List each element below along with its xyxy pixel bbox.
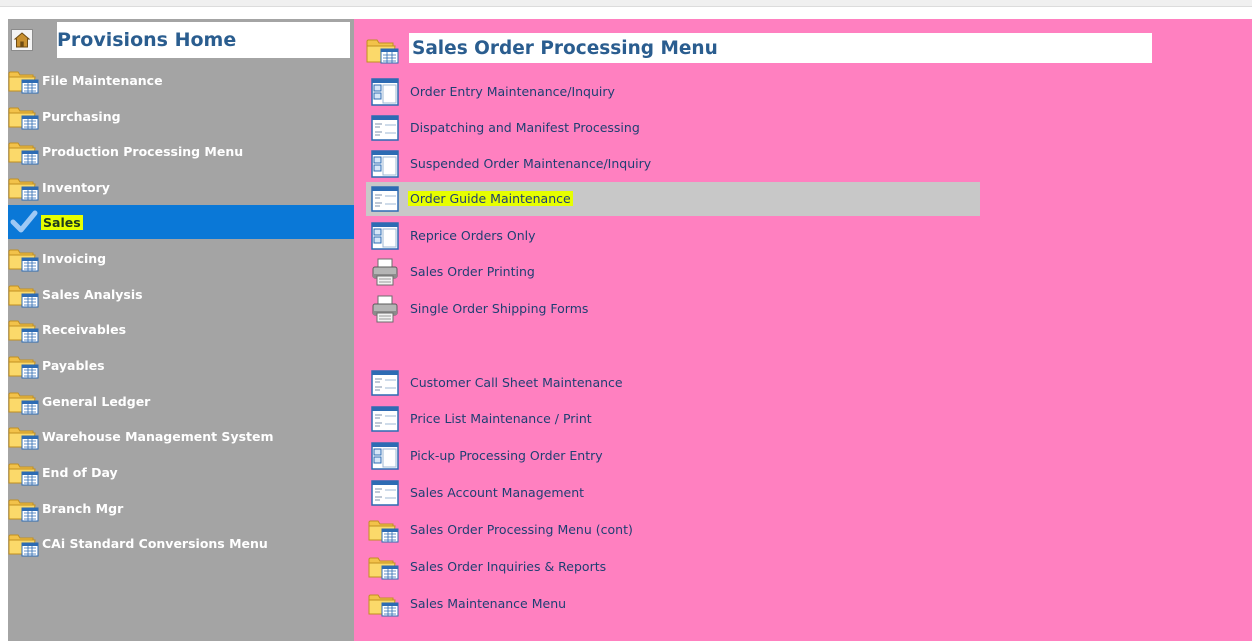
sidebar: Provisions Home File Maintenance Purchas… (8, 19, 354, 641)
sidebar-item-label: Branch Mgr (42, 500, 124, 516)
menu-item-label: Dispatching and Manifest Processing (410, 120, 640, 135)
menu-item-label: Price List Maintenance / Print (410, 411, 592, 426)
menu-item-suspended-order[interactable]: Suspended Order Maintenance/Inquiry (366, 147, 980, 181)
home-header[interactable]: Provisions Home (8, 22, 350, 58)
menu-item-sales-order-processing-cont[interactable]: Sales Order Processing Menu (cont) (366, 513, 980, 547)
menu-item-label: Sales Order Inquiries & Reports (410, 559, 607, 574)
sidebar-item-invoicing[interactable]: Invoicing (8, 241, 354, 275)
list-window-icon (371, 406, 399, 432)
folder-icon (368, 520, 399, 543)
sidebar-item-branch-mgr[interactable]: Branch Mgr (8, 491, 354, 525)
folder-icon (8, 285, 39, 308)
menu-item-label: Order Guide Maintenance (408, 191, 573, 206)
sidebar-item-receivables[interactable]: Receivables (8, 312, 354, 346)
menu-item-label: Sales Maintenance Menu (410, 596, 567, 611)
sidebar-item-label: Sales Analysis (42, 286, 143, 302)
menu-item-sales-account-management[interactable]: Sales Account Management (366, 476, 980, 510)
sidebar-item-file-maintenance[interactable]: File Maintenance (8, 63, 354, 97)
menu-item-label: Single Order Shipping Forms (410, 301, 589, 316)
sidebar-item-cai-standard-conversions-menu[interactable]: CAi Standard Conversions Menu (8, 526, 354, 560)
folder-icon (368, 594, 399, 617)
main-header: Sales Order Processing Menu (366, 33, 1152, 65)
sidebar-item-label: End of Day (42, 464, 118, 480)
menu-item-label: Sales Order Printing (410, 264, 535, 279)
form-window-icon (371, 442, 399, 470)
folder-icon (8, 142, 39, 165)
list-window-icon (371, 370, 399, 396)
printer-icon (372, 295, 398, 323)
sidebar-item-production-processing-menu[interactable]: Production Processing Menu (8, 134, 354, 168)
menu-item-pick-up-processing[interactable]: Pick-up Processing Order Entry (366, 439, 980, 473)
sidebar-item-general-ledger[interactable]: General Ledger (8, 384, 354, 418)
menu-item-label: Customer Call Sheet Maintenance (410, 375, 623, 390)
checkmark-icon (10, 210, 38, 233)
sidebar-item-sales-analysis[interactable]: Sales Analysis (8, 277, 354, 311)
list-window-icon (371, 480, 399, 506)
menu-item-label: Pick-up Processing Order Entry (410, 448, 603, 463)
menu-item-label: Reprice Orders Only (410, 228, 536, 243)
sidebar-item-label: Warehouse Management System (42, 428, 274, 444)
folder-icon (366, 39, 399, 64)
menu-title: Sales Order Processing Menu (409, 33, 1152, 63)
sidebar-item-label: Invoicing (42, 250, 107, 266)
folder-icon (8, 107, 39, 130)
sidebar-item-payables[interactable]: Payables (8, 348, 354, 382)
menu-item-customer-call-sheet[interactable]: Customer Call Sheet Maintenance (366, 366, 980, 400)
menu-item-sales-maintenance-menu[interactable]: Sales Maintenance Menu (366, 587, 980, 621)
menu-item-order-guide-maintenance[interactable]: Order Guide Maintenance (366, 182, 980, 216)
sidebar-item-label: Receivables (42, 321, 127, 337)
menu-item-label: Sales Order Processing Menu (cont) (410, 522, 633, 537)
home-icon (11, 29, 33, 51)
sidebar-item-label: Payables (42, 357, 105, 373)
folder-icon (8, 463, 39, 486)
list-window-icon (371, 186, 399, 212)
form-window-icon (371, 78, 399, 106)
sidebar-item-sales[interactable]: Sales (8, 205, 354, 239)
sidebar-item-label: CAi Standard Conversions Menu (42, 535, 268, 551)
sidebar-item-label: File Maintenance (42, 72, 163, 88)
folder-icon (8, 178, 39, 201)
sidebar-item-label: Purchasing (42, 108, 121, 124)
printer-icon (372, 258, 398, 286)
sidebar-item-label: Sales (41, 214, 83, 230)
folder-icon (8, 249, 39, 272)
sidebar-item-label: Inventory (42, 179, 110, 195)
folder-icon (8, 356, 39, 379)
main-panel: Sales Order Processing Menu Order Entry … (354, 19, 1252, 641)
sidebar-item-inventory[interactable]: Inventory (8, 170, 354, 204)
folder-icon (368, 557, 399, 580)
sidebar-item-warehouse-management-system[interactable]: Warehouse Management System (8, 419, 354, 453)
folder-icon (8, 392, 39, 415)
folder-icon (8, 320, 39, 343)
folder-icon (8, 534, 39, 557)
menu-item-label: Suspended Order Maintenance/Inquiry (410, 156, 652, 171)
window-top-bar (0, 0, 1252, 7)
sidebar-item-label: General Ledger (42, 393, 151, 409)
menu-item-sales-order-inquiries[interactable]: Sales Order Inquiries & Reports (366, 550, 980, 584)
sidebar-item-purchasing[interactable]: Purchasing (8, 99, 354, 133)
menu-item-price-list[interactable]: Price List Maintenance / Print (366, 402, 980, 436)
page-title: Provisions Home (57, 22, 350, 58)
folder-icon (8, 499, 39, 522)
form-window-icon (371, 222, 399, 250)
form-window-icon (371, 150, 399, 178)
list-window-icon (371, 115, 399, 141)
menu-item-label: Sales Account Management (410, 485, 585, 500)
sidebar-item-label: Production Processing Menu (42, 143, 244, 159)
menu-item-label: Order Entry Maintenance/Inquiry (410, 84, 615, 99)
menu-item-dispatching-manifest[interactable]: Dispatching and Manifest Processing (366, 111, 980, 145)
folder-icon (8, 71, 39, 94)
folder-icon (8, 427, 39, 450)
menu-item-single-order-shipping[interactable]: Single Order Shipping Forms (366, 292, 980, 326)
menu-item-reprice-orders[interactable]: Reprice Orders Only (366, 219, 980, 253)
menu-item-sales-order-printing[interactable]: Sales Order Printing (366, 255, 980, 289)
menu-item-order-entry-maintenance[interactable]: Order Entry Maintenance/Inquiry (366, 75, 980, 109)
sidebar-item-end-of-day[interactable]: End of Day (8, 455, 354, 489)
